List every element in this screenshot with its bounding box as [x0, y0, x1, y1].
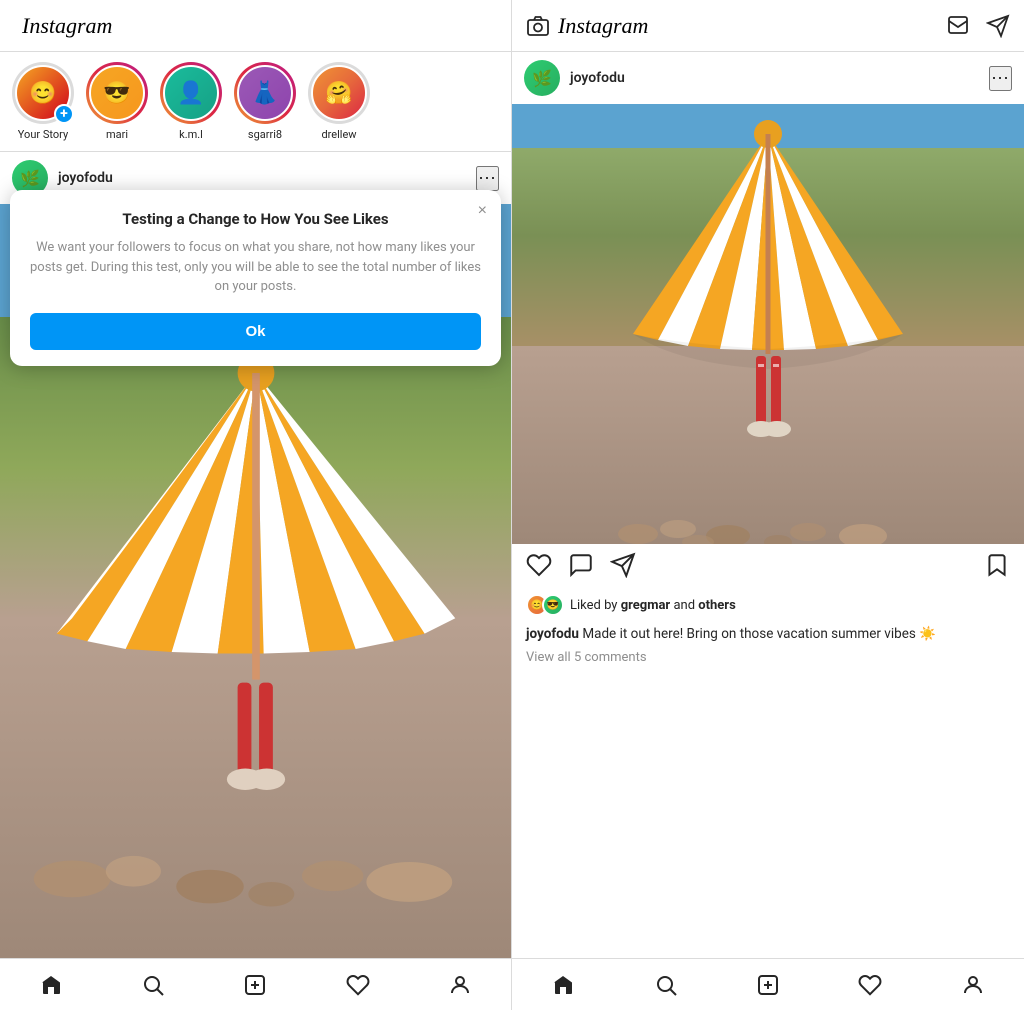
kml-ring: 👤 [160, 62, 222, 124]
caption-row-right: joyofodu Made it out here! Bring on thos… [512, 622, 1024, 648]
story-item-drellew[interactable]: 🤗 drellew [308, 62, 370, 141]
home-icon-right [551, 973, 575, 997]
nav-home-right[interactable] [543, 965, 583, 1005]
profile-icon-left [448, 973, 472, 997]
story-item-kml[interactable]: 👤 k.m.l [160, 62, 222, 141]
right-phone-panel: Instagram 🌿 joyofodu ⋯ [512, 0, 1024, 1010]
likes-by-name[interactable]: gregmar [621, 598, 671, 613]
post-more-button-right[interactable]: ⋯ [989, 66, 1012, 91]
drellew-avatar: 🤗 [311, 65, 367, 121]
add-story-btn[interactable]: + [54, 104, 74, 124]
bookmark-icon [984, 552, 1010, 578]
bookmark-button-right[interactable] [984, 552, 1010, 584]
notification-dialog: × Testing a Change to How You See Likes … [10, 190, 501, 366]
share-button-right[interactable] [610, 552, 636, 584]
post-avatar-right: 🌿 [524, 60, 560, 96]
sgarri8-avatar-wrap: 👗 [234, 62, 296, 124]
nav-search-right[interactable] [646, 965, 686, 1005]
sgarri8-ring: 👗 [234, 62, 296, 124]
post-user-right[interactable]: 🌿 joyofodu [524, 60, 625, 96]
story-label-kml: k.m.l [179, 128, 203, 141]
heart-icon-right [858, 973, 882, 997]
header-right-left: Instagram [526, 13, 648, 39]
bottom-nav-left [0, 958, 511, 1010]
messenger-button-right[interactable] [946, 14, 970, 38]
story-item-your-story[interactable]: 😊 + Your Story [12, 62, 74, 141]
caption-username[interactable]: joyofodu [526, 626, 579, 642]
home-icon-left [39, 973, 63, 997]
camera-icon-right [526, 14, 550, 38]
likes-others[interactable]: others [698, 598, 735, 613]
notification-body: We want your followers to focus on what … [30, 238, 481, 297]
mari-ring: 😎 [86, 62, 148, 124]
story-label-drellew: drellew [321, 128, 356, 141]
mari-avatar: 😎 [89, 65, 145, 121]
header-left: Instagram [14, 13, 112, 39]
story-item-mari[interactable]: 😎 mari [86, 62, 148, 141]
likes-and-word: and [673, 598, 695, 613]
profile-icon-right [961, 973, 985, 997]
likes-prefix: Liked by [570, 598, 617, 613]
post-username-left: joyofodu [58, 170, 113, 186]
heart-action-icon [526, 552, 552, 578]
post-actions-left [526, 552, 636, 584]
instagram-logo-left: Instagram [22, 13, 112, 39]
post-actions-right [512, 544, 1024, 592]
stories-row-left: 😊 + Your Story 😎 mari 👤 k.m.l [0, 52, 511, 152]
nav-profile-left[interactable] [440, 965, 480, 1005]
caption-text: Made it out here! Bring on those vacatio… [579, 626, 936, 642]
nav-home-left[interactable] [31, 965, 71, 1005]
nav-heart-left[interactable] [338, 965, 378, 1005]
messenger-icon-right [946, 14, 970, 38]
send-button-right[interactable] [986, 14, 1010, 38]
add-icon-left [243, 973, 267, 997]
your-story-avatar-wrap: 😊 + [12, 62, 74, 124]
post-more-button-left[interactable]: ⋯ [476, 166, 499, 191]
left-header: Instagram [0, 0, 511, 52]
kml-avatar-wrap: 👤 [160, 62, 222, 124]
like-avatar-2: 😎 [542, 594, 564, 616]
likes-text: Liked by gregmar and others [570, 598, 736, 613]
share-icon [610, 552, 636, 578]
nav-add-left[interactable] [235, 965, 275, 1005]
notification-title: Testing a Change to How You See Likes [30, 210, 481, 228]
like-button-right[interactable] [526, 552, 552, 584]
right-header: Instagram [512, 0, 1024, 52]
nav-search-left[interactable] [133, 965, 173, 1005]
umbrella-svg-left [26, 279, 486, 958]
search-icon-left [141, 973, 165, 997]
instagram-logo-right: Instagram [558, 13, 648, 39]
camera-button-right[interactable] [526, 14, 550, 38]
notification-close-button[interactable]: × [478, 202, 487, 220]
sgarri8-avatar: 👗 [237, 65, 293, 121]
kml-avatar: 👤 [163, 65, 219, 121]
umbrella-svg-right [550, 104, 985, 544]
view-comments-right[interactable]: View all 5 comments [512, 648, 1024, 671]
nav-add-right[interactable] [748, 965, 788, 1005]
post-username-right: joyofodu [570, 70, 625, 86]
comment-icon [568, 552, 594, 578]
likes-row-right: 😊 😎 Liked by gregmar and others [512, 592, 1024, 622]
left-phone-panel: Instagram 😊 + [0, 0, 512, 1010]
story-label-sgarri8: sgarri8 [248, 128, 282, 141]
mari-avatar-wrap: 😎 [86, 62, 148, 124]
story-item-sgarri8[interactable]: 👗 sgarri8 [234, 62, 296, 141]
drellew-avatar-wrap: 🤗 [308, 62, 370, 124]
story-label-your-story: Your Story [18, 128, 68, 141]
nav-heart-right[interactable] [850, 965, 890, 1005]
nav-profile-right[interactable] [953, 965, 993, 1005]
bottom-nav-right [512, 958, 1024, 1010]
search-icon-right [654, 973, 678, 997]
story-label-mari: mari [106, 128, 128, 141]
send-icon-right [986, 14, 1010, 38]
notification-ok-button[interactable]: Ok [30, 313, 481, 350]
post-image-right [512, 104, 1024, 544]
like-avatars: 😊 😎 [526, 594, 564, 616]
comment-button-right[interactable] [568, 552, 594, 584]
add-icon-right [756, 973, 780, 997]
post-header-right: 🌿 joyofodu ⋯ [512, 52, 1024, 104]
drellew-ring: 🤗 [308, 62, 370, 124]
header-icons-right [946, 14, 1010, 38]
heart-icon-left [346, 973, 370, 997]
